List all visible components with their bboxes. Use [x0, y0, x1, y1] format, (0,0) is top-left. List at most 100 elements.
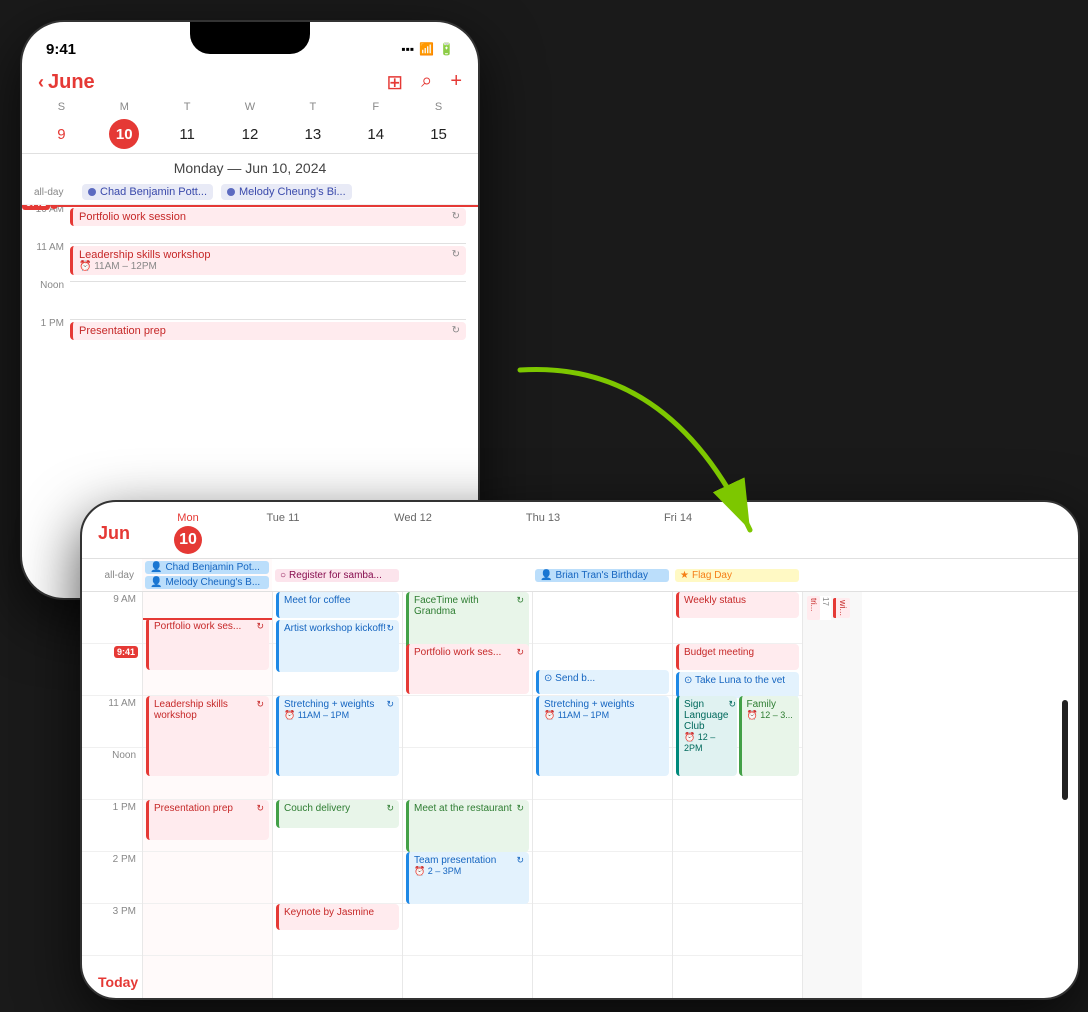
- event-portfolio-portrait[interactable]: Portfolio work session ↻: [70, 208, 466, 226]
- event-label: Presentation prep: [154, 803, 233, 837]
- tue-9am: Meet for coffee Artist workshop kickoff!…: [273, 592, 402, 644]
- grid-icon[interactable]: ⊞: [386, 70, 403, 95]
- mon-presentation[interactable]: Presentation prep ↻: [146, 800, 269, 840]
- now-badge: 9:41: [114, 646, 138, 658]
- search-icon[interactable]: ⌕: [421, 70, 432, 95]
- event-label: Budget meeting: [684, 647, 754, 667]
- nav-bar[interactable]: ‹ June ⊞ ⌕ +: [22, 66, 478, 99]
- tue-coffee[interactable]: Meet for coffee: [276, 592, 399, 618]
- wed-allday: [402, 573, 532, 577]
- date-11[interactable]: 11: [172, 119, 202, 149]
- event-dot-icon: 👤: [150, 562, 162, 573]
- mon-noon: [143, 748, 272, 800]
- back-button[interactable]: ‹: [38, 72, 44, 93]
- day-label-t: T: [156, 101, 219, 113]
- melody-event[interactable]: 👤 Melody Cheung's B...: [145, 576, 269, 589]
- event-dot: [88, 188, 96, 196]
- wed-restaurant[interactable]: Meet at the restaurant ↻: [406, 800, 529, 852]
- all-day-event-1[interactable]: Chad Benjamin Pott...: [82, 184, 213, 200]
- event-leadership-portrait[interactable]: Leadership skills workshop ⏰ 11AM – 12PM…: [70, 246, 466, 275]
- day-label-w: W: [219, 101, 282, 113]
- wed-date: [399, 526, 427, 554]
- now-line-landscape: [143, 618, 272, 620]
- sync-icon: ↻: [256, 803, 264, 837]
- tue-label: Tue 11: [266, 512, 299, 524]
- sync-icon: ↻: [386, 803, 394, 825]
- time-line-noon: [70, 281, 466, 319]
- fri-1pm: [673, 800, 802, 852]
- extra-event-2: tri...: [807, 596, 820, 620]
- brian-birthday[interactable]: 👤 Brian Tran's Birthday: [535, 569, 669, 582]
- flag-day[interactable]: ★ Flag Day: [675, 569, 799, 582]
- col-header-tue[interactable]: Tue 11: [218, 512, 348, 554]
- col-header-mon[interactable]: Mon 10: [158, 512, 218, 554]
- all-day-label: all-day: [34, 187, 74, 198]
- wed-team-pres[interactable]: Team presentation ⏰ 2 – 3PM ↻: [406, 852, 529, 904]
- wed-portfolio[interactable]: Portfolio work ses... ↻: [406, 644, 529, 694]
- register-samba-event[interactable]: ○ Register for samba...: [275, 569, 399, 582]
- month-title[interactable]: ‹ June: [38, 71, 95, 94]
- day-label-m: M: [93, 101, 156, 113]
- tue-date: [269, 526, 297, 554]
- all-day-strip-label: all-day: [82, 570, 142, 581]
- week-header: S M T W T F S: [22, 99, 478, 115]
- event-label: Weekly status: [684, 595, 746, 615]
- mon-date: 10: [174, 526, 202, 554]
- all-day-row: all-day Chad Benjamin Pott... Melody Che…: [22, 180, 478, 205]
- event-label: Meet for coffee: [284, 595, 351, 615]
- tue-allday: ○ Register for samba...: [272, 567, 402, 584]
- thu-1pm: [533, 800, 672, 852]
- date-13[interactable]: 13: [298, 119, 328, 149]
- event-title: Meet at the restaurant: [414, 803, 512, 814]
- tue-col: Meet for coffee Artist workshop kickoff!…: [272, 592, 402, 998]
- time-grid: 9:41 10 AM Portfolio work session ↻ 11 A…: [22, 205, 478, 357]
- fri-col: Weekly status Budget meeting ⊙ Take Luna…: [672, 592, 802, 998]
- wed-1pm: Meet at the restaurant ↻: [403, 800, 532, 852]
- event-label: ⊙ Take Luna to the vet: [684, 675, 785, 695]
- mon-10am: [143, 644, 272, 696]
- today-button[interactable]: Today: [98, 974, 138, 990]
- event-presentation-portrait[interactable]: Presentation prep ↻: [70, 322, 466, 340]
- col-header-fri[interactable]: Fri 14: [608, 512, 748, 554]
- chad-event[interactable]: 👤 Chad Benjamin Pot...: [145, 561, 269, 574]
- time-label-1pm: 1 PM: [34, 319, 70, 329]
- date-12[interactable]: 12: [235, 119, 265, 149]
- thu-send[interactable]: ⊙ Send b...: [536, 670, 669, 694]
- day-label-s: S: [30, 101, 93, 113]
- add-icon[interactable]: +: [450, 70, 462, 95]
- thu-date: [529, 526, 557, 554]
- today-label: Today: [98, 974, 138, 990]
- fri-luna[interactable]: ⊙ Take Luna to the vet: [676, 672, 799, 698]
- sync-icon: ↻: [516, 647, 524, 691]
- event-time: ⏰ 11AM – 1PM: [284, 710, 374, 721]
- all-day-strip: all-day 👤 Chad Benjamin Pot... 👤 Melody …: [82, 559, 1078, 592]
- event-label: ⊙ Send b...: [544, 673, 595, 691]
- all-day-event-2[interactable]: Melody Cheung's Bi...: [221, 184, 352, 200]
- time-col: 9 AM 9:41 11 AM Noon 1 PM 2 PM 3 PM: [82, 592, 142, 998]
- date-14[interactable]: 14: [361, 119, 391, 149]
- tue-keynote[interactable]: Keynote by Jasmine: [276, 904, 399, 930]
- event-time: ⏰ 12 – 3...: [747, 710, 793, 721]
- col-header-wed[interactable]: Wed 12: [348, 512, 478, 554]
- date-15[interactable]: 15: [424, 119, 454, 149]
- date-9[interactable]: 9: [46, 119, 76, 149]
- fri-11am: Sign Language Club ⏰ 12 – 2PM ↻ Family ⏰…: [673, 696, 802, 748]
- event-title: Family: [747, 699, 793, 710]
- event-title: Leadership skills workshop: [79, 249, 210, 261]
- star-icon: ★: [680, 570, 689, 581]
- wed-facetime[interactable]: FaceTime with Grandma ↻: [406, 592, 529, 650]
- col-header-thu[interactable]: Thu 13: [478, 512, 608, 554]
- calendar-landscape: Jun Mon 10 Tue 11 Wed 12: [82, 502, 1078, 998]
- thu-3pm: [533, 904, 672, 956]
- date-10-today[interactable]: 10: [109, 119, 139, 149]
- day-label-f: F: [344, 101, 407, 113]
- fri-budget[interactable]: Budget meeting: [676, 644, 799, 670]
- all-day-event-2-label: Melody Cheung's Bi...: [239, 186, 346, 198]
- wed-2pm: Team presentation ⏰ 2 – 3PM ↻: [403, 852, 532, 904]
- circle-icon: ○: [280, 570, 286, 581]
- fri-weekly-status[interactable]: Weekly status: [676, 592, 799, 618]
- tue-couch[interactable]: Couch delivery ↻: [276, 800, 399, 828]
- event-label: Keynote by Jasmine: [284, 907, 374, 927]
- wed-9am: FaceTime with Grandma ↻: [403, 592, 532, 644]
- wed-11am: [403, 696, 532, 748]
